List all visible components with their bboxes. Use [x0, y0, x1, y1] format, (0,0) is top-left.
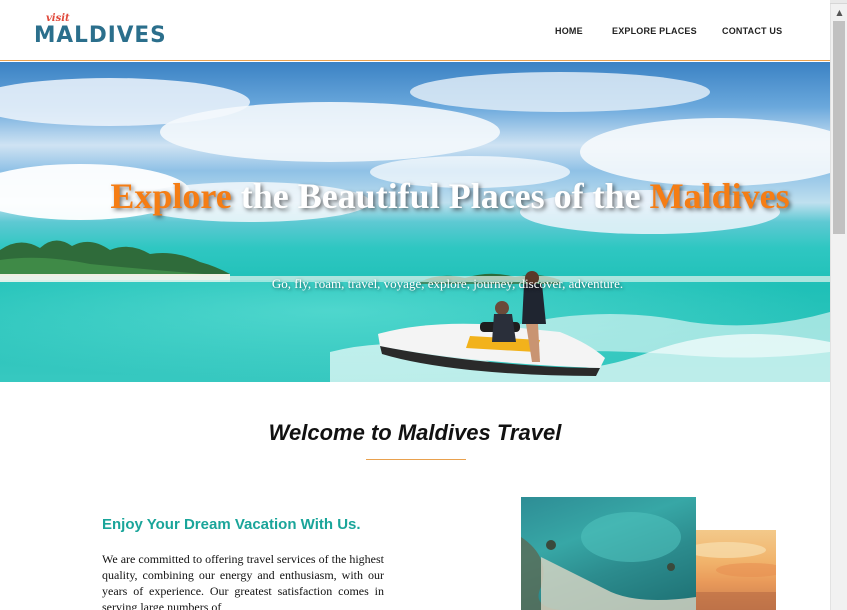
page: visit MALDIVES HOME EXPLORE PLACES CONTA… — [0, 0, 830, 610]
welcome-divider — [366, 459, 466, 460]
intro-heading: Enjoy Your Dream Vacation With Us. — [102, 516, 361, 533]
hero-subtitle: Go, fly, roam, travel, voyage, explore, … — [271, 276, 624, 291]
aerial-beach-graphic — [521, 512, 696, 610]
sunset-graphic — [696, 542, 776, 610]
nav-explore-places-link[interactable]: EXPLORE PLACES — [612, 26, 697, 36]
page-scrollbar[interactable]: ▲ — [830, 4, 847, 610]
site-header: visit MALDIVES HOME EXPLORE PLACES CONTA… — [0, 4, 830, 61]
hero-banner: Explore the Beautiful Places of the Mald… — [0, 62, 830, 382]
welcome-heading: Welcome to Maldives Travel — [268, 420, 562, 445]
hero-title-middle: the Beautiful Places of the — [231, 176, 650, 216]
palm-island-left — [0, 240, 230, 282]
site-logo[interactable]: visit MALDIVES — [34, 11, 166, 55]
nav-contact-us-link[interactable]: CONTACT US — [722, 26, 782, 36]
aerial-beach-photo — [521, 497, 696, 610]
hero-title-highlight-explore: Explore — [110, 176, 232, 216]
intro-paragraph: We are committed to offering travel serv… — [102, 552, 384, 610]
scrollbar-thumb[interactable] — [833, 21, 845, 234]
logo-maldives-text: MALDIVES — [34, 23, 167, 48]
hero-title-highlight-maldives: Maldives — [649, 176, 790, 216]
nav-home-link[interactable]: HOME — [555, 26, 583, 36]
scroll-up-arrow-icon[interactable]: ▲ — [831, 6, 847, 20]
sunset-photo — [696, 530, 776, 610]
hero-title: Explore the Beautiful Places of the Mald… — [100, 176, 800, 216]
